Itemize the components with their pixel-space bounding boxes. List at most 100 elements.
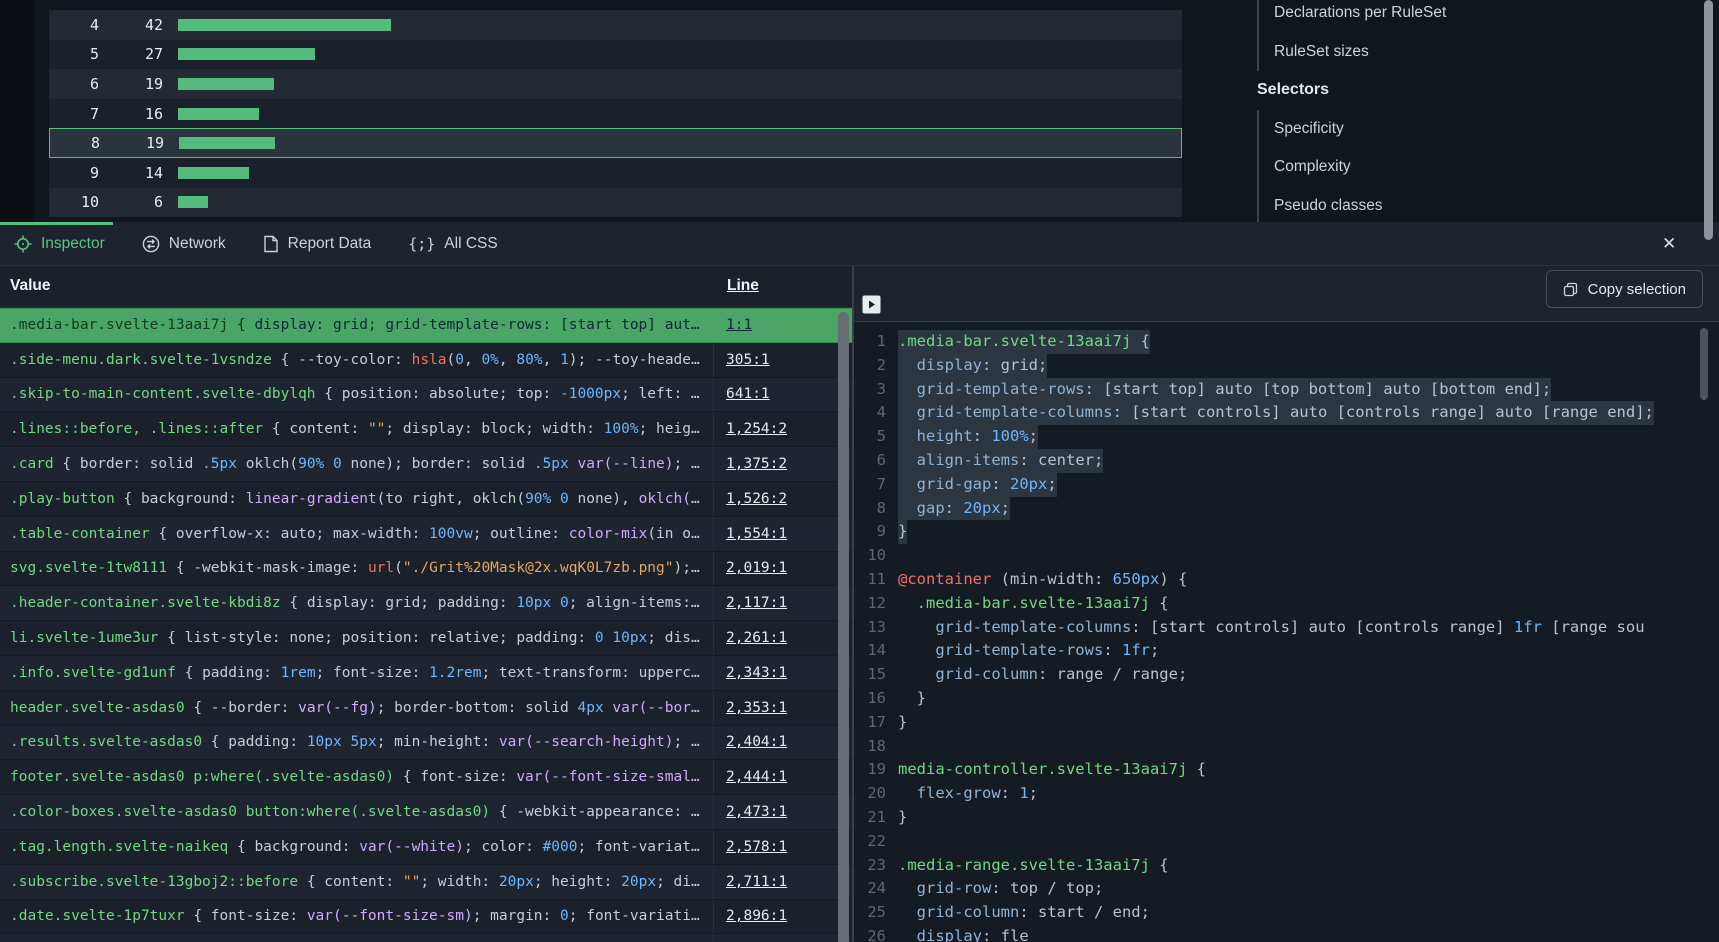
code-segment: { xyxy=(1131,332,1150,350)
rule-value-cell: .header-container.svelte-kbdi8z { displa… xyxy=(0,586,714,620)
rule-line-cell: 2,117:1 xyxy=(714,595,852,611)
chart-row[interactable]: 914 xyxy=(49,158,1182,188)
table-row[interactable]: li.svelte-1ume3ur { list-style: none; po… xyxy=(0,621,852,656)
code-segment: 100vw xyxy=(429,526,473,542)
close-icon[interactable]: ✕ xyxy=(1662,222,1676,266)
sidebar-item-complexity[interactable]: Complexity xyxy=(1259,148,1677,187)
line-link[interactable]: 2,353:1 xyxy=(726,700,787,716)
code-body: 1.media-bar.svelte-13aai7j {2 display: g… xyxy=(854,322,1719,942)
line-number: 2 xyxy=(854,354,886,378)
code-segment: 4px xyxy=(577,700,603,716)
line-link[interactable]: 2,117:1 xyxy=(726,595,787,611)
line-number: 10 xyxy=(854,544,886,568)
chart-row[interactable]: 527 xyxy=(49,40,1182,70)
code-scrollbar-thumb[interactable] xyxy=(1700,328,1708,400)
code-text: grid-column: start / end; xyxy=(898,901,1150,925)
table-row[interactable]: .side-menu.dark.svelte-1vsndze { --toy-c… xyxy=(0,343,852,378)
code-segment: 650px xyxy=(1113,570,1160,588)
chart-row[interactable]: 716 xyxy=(49,99,1182,129)
line-link[interactable]: 1,554:1 xyxy=(726,526,787,542)
code-segment: .media-bar.svelte-13aai7j xyxy=(10,317,228,333)
code-text: } xyxy=(898,687,926,711)
table-row-selected[interactable]: .media-bar.svelte-13aai7j { display: gri… xyxy=(0,308,852,343)
line-number: 3 xyxy=(854,378,886,402)
sidebar-item-declarations-per-ruleset[interactable]: Declarations per RuleSet xyxy=(1259,0,1677,33)
table-row[interactable]: .header-container.svelte-kbdi8z { displa… xyxy=(0,586,852,621)
table-row[interactable]: .table-container { overflow-x: auto; max… xyxy=(0,517,852,552)
table-row[interactable]: .skip-to-main-content.svelte-dbylqh { po… xyxy=(0,378,852,413)
panel-toggle-icon[interactable] xyxy=(862,295,881,314)
table-row[interactable]: .card { border: solid .5px oklch(90% 0 n… xyxy=(0,447,852,482)
page-scrollbar-thumb[interactable] xyxy=(1704,0,1713,240)
chart-row[interactable]: 619 xyxy=(49,69,1182,99)
code-segment: footer.svelte-asdas0 p:where(.svelte-asd… xyxy=(10,769,394,785)
code-segment: ; xyxy=(1047,475,1056,493)
line-link[interactable]: 2,473:1 xyxy=(726,804,787,820)
tab-network[interactable]: Network xyxy=(142,235,226,253)
code-segment: #000 xyxy=(543,839,578,855)
table-row[interactable]: .color-boxes.svelte-asdas0 button:where(… xyxy=(0,795,852,830)
code-segment: 0 xyxy=(595,630,604,646)
line-link[interactable]: 2,019:1 xyxy=(726,560,787,576)
tab-inspector[interactable]: Inspector xyxy=(14,235,105,253)
code-line: 22 xyxy=(854,830,1719,854)
line-number: 18 xyxy=(854,735,886,759)
code-segment: 10px xyxy=(516,595,551,611)
table-row[interactable]: .subscribe.svelte-13gboj2::before { cont… xyxy=(0,865,852,900)
chart-row[interactable]: 442 xyxy=(49,10,1182,40)
sidebar-item-ruleset-sizes[interactable]: RuleSet sizes xyxy=(1259,33,1677,72)
line-link[interactable]: 2,711:1 xyxy=(726,874,787,890)
line-link[interactable]: 2,343:1 xyxy=(726,665,787,681)
rule-value-cell: .color-boxes.svelte-asdas0 button:where(… xyxy=(0,795,714,829)
line-link[interactable]: 2,404:1 xyxy=(726,734,787,750)
chart-row[interactable]: 106 xyxy=(49,188,1182,218)
table-row[interactable]: header.svelte-asdas0 { --border: var(--f… xyxy=(0,691,852,726)
table-row[interactable]: .results.svelte-asdas0 { padding: 10px 5… xyxy=(0,726,852,761)
code-segment: grid-row xyxy=(898,879,991,897)
code-text: @container (min-width: 650px) { xyxy=(898,568,1187,592)
line-link[interactable]: 1,526:2 xyxy=(726,491,787,507)
code-segment: : fle xyxy=(982,927,1029,942)
table-row[interactable]: .play-button { background: linear-gradie… xyxy=(0,482,852,517)
table-scrollbar-thumb[interactable] xyxy=(838,312,849,942)
code-segment: height xyxy=(898,427,973,445)
code-segment: } xyxy=(898,689,926,707)
table-row[interactable]: .date.svelte-1p7tuxr { font-size: var(--… xyxy=(0,900,852,935)
table-row[interactable]: .links.svelte-1hjzbm8 { display: flex; a… xyxy=(0,934,852,942)
line-link[interactable]: 2,261:1 xyxy=(726,630,787,646)
line-link[interactable]: 1,254:2 xyxy=(726,421,787,437)
rule-value-cell: .subscribe.svelte-13gboj2::before { cont… xyxy=(0,865,714,899)
code-line: 1.media-bar.svelte-13aai7j { xyxy=(854,330,1719,354)
line-link[interactable]: 2,578:1 xyxy=(726,839,787,855)
table-row[interactable]: .info.svelte-gd1unf { padding: 1rem; fon… xyxy=(0,656,852,691)
code-segment: var(--font-size-sm) xyxy=(307,908,473,924)
tab-all-css[interactable]: {;}All CSS xyxy=(408,235,498,253)
copy-selection-button[interactable]: Copy selection xyxy=(1546,270,1703,308)
line-link[interactable]: 2,896:1 xyxy=(726,908,787,924)
code-segment: ); --toy-heade… xyxy=(569,352,700,368)
line-link[interactable]: 1,375:2 xyxy=(726,456,787,472)
line-link[interactable]: 305:1 xyxy=(726,352,770,368)
code-segment: 1 xyxy=(560,352,569,368)
code-segment: ; di… xyxy=(656,874,700,890)
sidebar-item-specificity[interactable]: Specificity xyxy=(1259,110,1677,149)
chart-row-selected[interactable]: 819 xyxy=(49,128,1182,158)
code-segment: … xyxy=(691,491,700,507)
code-segment: .media-bar.svelte-13aai7j xyxy=(898,594,1150,612)
report-nav-sidebar: Declarations per RuleSetRuleSet sizesSel… xyxy=(1257,0,1677,226)
rule-value-cell: .results.svelte-asdas0 { padding: 10px 5… xyxy=(0,726,714,760)
code-segment: .5px xyxy=(534,456,569,472)
code-segment: 0% xyxy=(481,352,498,368)
table-row[interactable]: footer.svelte-asdas0 p:where(.svelte-asd… xyxy=(0,760,852,795)
code-segment: : top / top; xyxy=(991,879,1103,897)
chart-bar xyxy=(178,108,259,120)
table-row[interactable]: .lines::before, .lines::after { content:… xyxy=(0,412,852,447)
line-link[interactable]: 2,444:1 xyxy=(726,769,787,785)
table-row[interactable]: .tag.length.svelte-naikeq { background: … xyxy=(0,830,852,865)
table-row[interactable]: svg.svelte-1tw8111 { -webkit-mask-image:… xyxy=(0,552,852,587)
line-link[interactable]: 1:1 xyxy=(726,317,752,333)
tab-report-data[interactable]: Report Data xyxy=(263,235,372,253)
code-text-selected: align-items: center; xyxy=(898,449,1103,473)
sidebar-item-pseudo-classes[interactable]: Pseudo classes xyxy=(1259,187,1677,226)
line-link[interactable]: 641:1 xyxy=(726,386,770,402)
